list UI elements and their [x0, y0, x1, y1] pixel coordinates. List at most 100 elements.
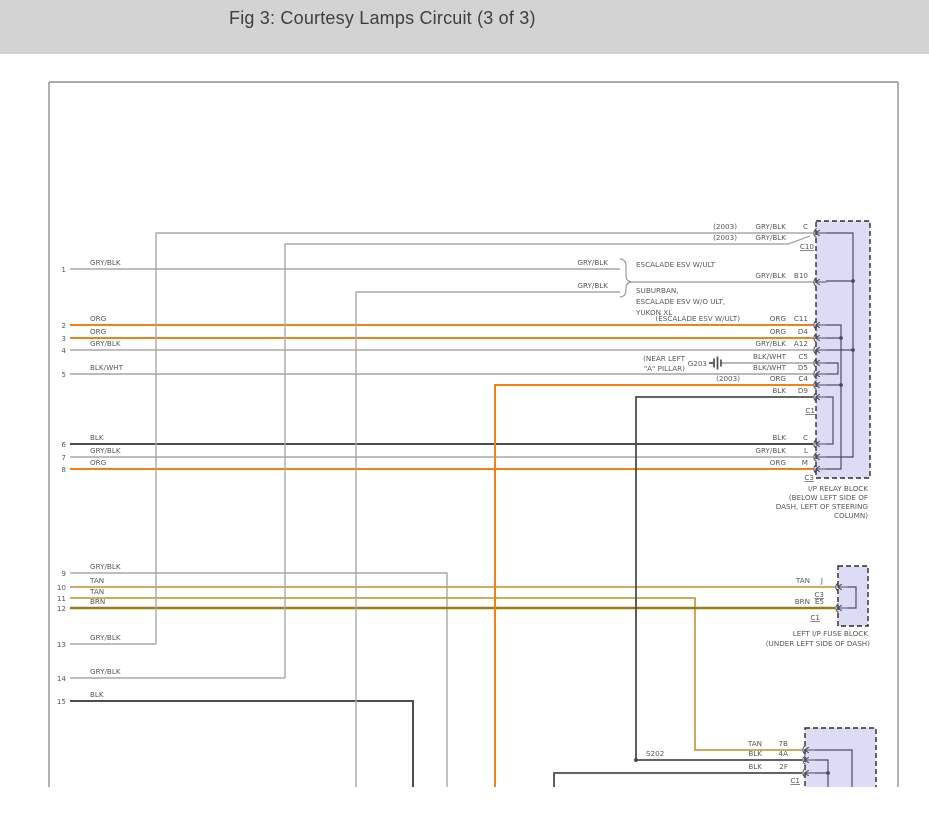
pin-e5-wire: BRN — [795, 597, 810, 606]
pin-b10-wire: GRY/BLK — [755, 271, 786, 280]
fuse-block-name: LEFT I/P FUSE BLOCK — [793, 629, 869, 638]
pin-d9-wire: BLK — [772, 386, 786, 395]
wire-2-number: 2 — [61, 321, 66, 330]
wire-8-number: 8 — [61, 465, 66, 474]
pin-4a-id: 4A — [779, 749, 789, 758]
pin-m-id: M — [802, 458, 808, 467]
wire-15 — [70, 701, 413, 788]
wire-9-number: 9 — [61, 569, 66, 578]
pin-2f-wire: BLK — [748, 762, 762, 771]
junction-dot — [826, 771, 830, 775]
pin-a12-wire: GRY/BLK — [755, 339, 786, 348]
pin-c-note: (2003) — [713, 222, 737, 231]
wire-top-c — [156, 233, 813, 644]
ground-note-line-2: "A" PILLAR) — [644, 364, 685, 373]
junction-dot — [851, 279, 855, 283]
relay-block-loc-1: (BELOW LEFT SIDE OF — [789, 493, 868, 502]
pin-j-wire: TAN — [795, 576, 810, 585]
pin-a12-id: A12 — [794, 339, 808, 348]
diagram-content: 1 GRY/BLK 2 ORG 3 ORG 4 GRY/BLK 5 BLK/WHT 6 BLK 7 GRY… — [49, 82, 898, 798]
bottom-connector-c1-id: C1 — [790, 776, 800, 785]
brace-note-1: ESCALADE ESV W/ULT — [636, 260, 716, 269]
brace-input-2-label: GRY/BLK — [577, 281, 608, 290]
wire-9-label: GRY/BLK — [90, 562, 121, 571]
brace-icon — [620, 259, 633, 297]
wire-8-label: ORG — [90, 458, 106, 467]
wire-2-label: ORG — [90, 314, 106, 323]
brace-input-1-label: GRY/BLK — [577, 258, 608, 267]
pin-b10-id: B10 — [794, 271, 809, 280]
wire-1-label: GRY/BLK — [90, 258, 121, 267]
wire-5-number: 5 — [61, 370, 66, 379]
pin-d5-wire: BLK/WHT — [753, 363, 787, 372]
wire-12-label: BRN — [90, 597, 105, 606]
wire-6-number: 6 — [61, 440, 66, 449]
wire-2f — [554, 773, 802, 788]
pin-e5-id: E5 — [815, 597, 824, 606]
bottom-fuse-block — [805, 728, 876, 798]
pin-7b-id: 7B — [778, 739, 788, 748]
wire-15-number: 15 — [57, 697, 66, 706]
relay-block-loc-2: DASH, LEFT OF STEERING — [776, 502, 868, 511]
wire-4-number: 4 — [61, 346, 66, 355]
wire-11-number: 11 — [57, 594, 66, 603]
pin-4a-wire: BLK — [748, 749, 762, 758]
connector-c3-id: C3 — [804, 473, 814, 482]
wire-15-label: BLK — [90, 690, 104, 699]
connector-c1-id: C1 — [805, 406, 815, 415]
fuse-block-loc: (UNDER LEFT SIDE OF DASH) — [766, 639, 870, 648]
pin-l-id: L — [804, 446, 808, 455]
wire-12-number: 12 — [57, 604, 66, 613]
pin-d9-id: D9 — [798, 386, 809, 395]
junction-dot — [839, 336, 843, 340]
pin-c11-note: (ESCALADE ESV W/ULT) — [655, 314, 740, 323]
wire-13-label: GRY/BLK — [90, 633, 121, 642]
pin-c10-wire: GRY/BLK — [755, 233, 786, 242]
pin-d4-id: D4 — [798, 327, 809, 336]
splice-id: S202 — [646, 749, 664, 758]
relay-block-name: I/P RELAY BLOCK — [808, 484, 868, 493]
junction-dot — [839, 383, 843, 387]
wire-4-label: GRY/BLK — [90, 339, 121, 348]
wire-13-number: 13 — [57, 640, 66, 649]
pin-d4-wire: ORG — [770, 327, 786, 336]
wire-14-number: 14 — [57, 674, 67, 683]
pin-m-wire: ORG — [770, 458, 786, 467]
wire-7-number: 7 — [61, 453, 66, 462]
junction-dot — [851, 348, 855, 352]
wire-10-label: TAN — [89, 576, 104, 585]
left-ip-fuse-block — [838, 566, 868, 626]
brace-note-2: SUBURBAN, — [636, 286, 679, 295]
fuse-connector-c1-id: C1 — [810, 613, 820, 622]
pin-cbot-wire: BLK — [772, 433, 786, 442]
ground-id: G203 — [688, 359, 707, 368]
pin-d5-id: D5 — [798, 363, 808, 372]
wire-d9 — [636, 397, 813, 760]
wiring-diagram: 1 GRY/BLK 2 ORG 3 ORG 4 GRY/BLK 5 BLK/WHT 6 BLK 7 GRY… — [0, 0, 929, 816]
pin-j-id: J — [820, 576, 823, 585]
wire-14-label: GRY/BLK — [90, 667, 121, 676]
splice-dot — [634, 758, 638, 762]
wire-6-label: BLK — [90, 433, 104, 442]
pin-c-wire: GRY/BLK — [755, 222, 786, 231]
pin-7b-wire: TAN — [747, 739, 762, 748]
wire-brace-2 — [356, 292, 620, 788]
pin-c10-note: (2003) — [713, 233, 737, 242]
pin-c-id: C — [803, 222, 808, 231]
wire-1-number: 1 — [61, 265, 66, 274]
wire-11 — [70, 598, 802, 750]
pin-c4-wire: ORG — [770, 374, 786, 383]
wire-10-number: 10 — [57, 583, 67, 592]
wire-9 — [70, 573, 447, 788]
pin-c4-note: (2003) — [716, 374, 740, 383]
pin-c11-id: C11 — [794, 314, 808, 323]
connector-c10-id: C10 — [800, 242, 815, 251]
pin-2f-id: 2F — [779, 762, 788, 771]
ground-note-line-1: (NEAR LEFT — [643, 354, 685, 363]
wire-7-label: GRY/BLK — [90, 446, 121, 455]
wire-11-label: TAN — [89, 587, 104, 596]
wire-3-label: ORG — [90, 327, 106, 336]
wire-3-number: 3 — [61, 334, 66, 343]
pin-c5-wire: BLK/WHT — [753, 352, 787, 361]
pin-c5-id: C5 — [798, 352, 808, 361]
